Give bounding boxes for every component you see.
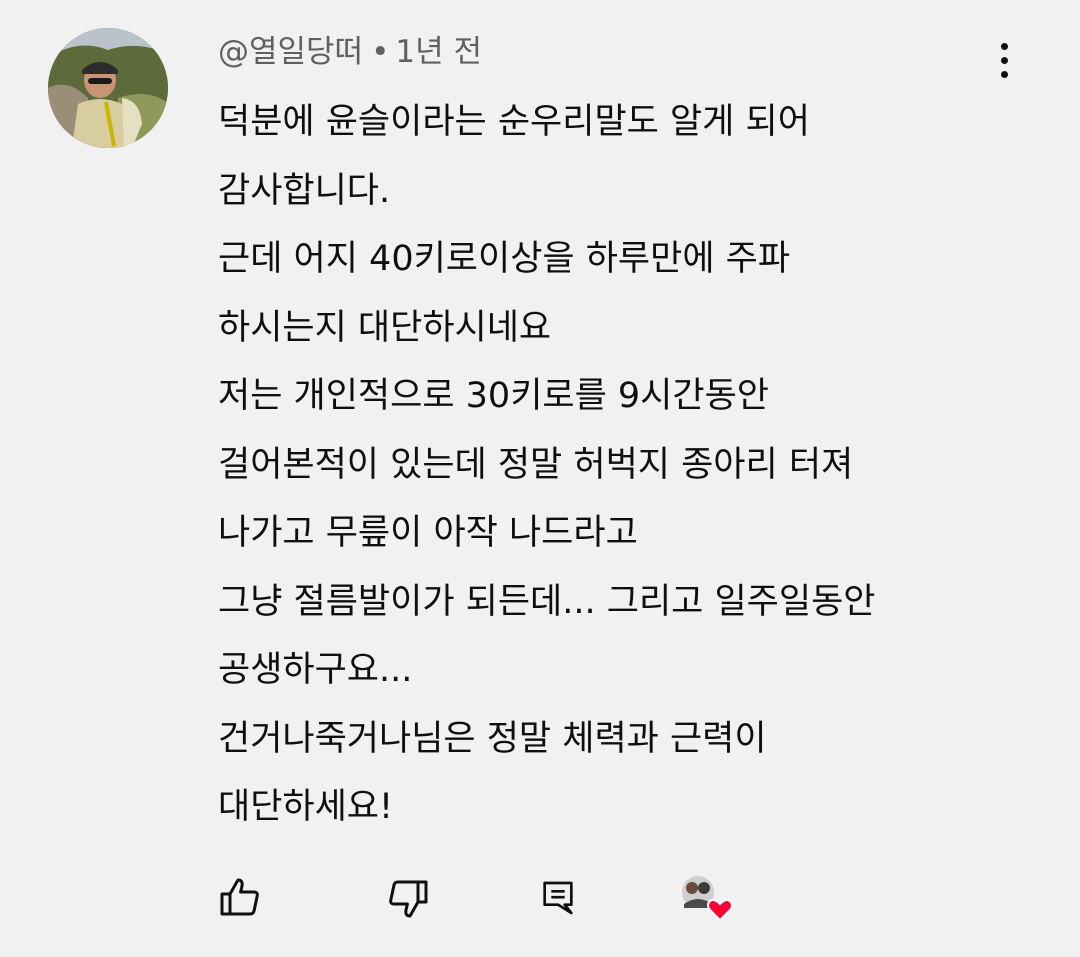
comment-line: 나가고 무릎이 아작 나드라고 — [218, 513, 638, 553]
comment-line: 건거나죽거나님은 정말 체력과 근력이 — [218, 718, 767, 759]
more-vert-icon — [1000, 42, 1008, 50]
avatar-photo — [48, 28, 168, 148]
thumb-down-icon — [389, 880, 428, 918]
comment-actions — [0, 870, 1080, 926]
like-button[interactable] — [212, 870, 268, 926]
author-handle[interactable]: @열일당떠 — [218, 34, 363, 70]
comment-meta: @열일당떠 • 1년 전 — [218, 30, 482, 74]
more-vert-dot — [1000, 56, 1008, 64]
comment-line: 근데 어지 40키로이상을 하루만에 주파 — [218, 239, 791, 279]
comment-line: 저는 개인적으로 30키로를 9시간동안 — [218, 376, 769, 416]
comment-line: 걸어본적이 있는데 정말 허벅지 종아리 터져 — [218, 444, 854, 485]
creator-heart-badge[interactable] — [672, 870, 744, 926]
reply-button[interactable] — [530, 870, 586, 926]
comment-line: 공생하구요... — [218, 650, 413, 690]
dislike-button[interactable] — [380, 870, 436, 926]
more-options-button[interactable] — [982, 38, 1026, 82]
comment-line: 하시는지 대단하시네요 — [218, 307, 552, 348]
comment-reply-icon — [543, 881, 573, 915]
comment-text: 덕분에 윤슬이라는 순우리말도 알게 되어 감사합니다. 근데 어지 40키로이… — [218, 88, 1038, 842]
comment-line: 감사합니다. — [218, 170, 391, 211]
avatar[interactable] — [48, 28, 168, 148]
thumb-up-icon — [220, 878, 259, 916]
comment-line: 그냥 절름발이가 되든데... 그리고 일주일동안 — [218, 581, 876, 622]
creator-heart-icon — [682, 876, 733, 922]
comment-line: 대단하세요! — [218, 787, 394, 827]
more-vert-dot — [1000, 70, 1008, 78]
comment-line: 덕분에 윤슬이라는 순우리말도 알게 되어 — [218, 102, 810, 142]
meta-separator: • — [371, 34, 390, 70]
comment-time[interactable]: 1년 전 — [395, 34, 482, 70]
